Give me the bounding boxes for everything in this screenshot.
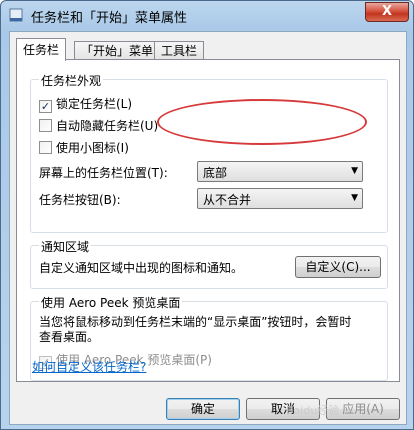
aero-peek-heading: 使用 Aero Peek 预览桌面 bbox=[39, 294, 183, 311]
tab-taskbar[interactable]: 任务栏 bbox=[16, 38, 67, 61]
tab-panel-taskbar: 任务栏外观 ✓ 锁定任务栏(L) 自动隐藏任务栏(U) 使用小图标(I) 屏幕上的… bbox=[16, 59, 400, 382]
aero-peek-description-2: 查看桌面。 bbox=[39, 330, 100, 344]
watermark: Baidu经验 bbox=[286, 404, 340, 417]
notification-group: 通知区域 自定义通知区域中出现的图标和通知。 自定义(C)... bbox=[30, 238, 388, 289]
dialog-client-area: 任务栏 「开始」菜单 工具栏 任务栏外观 ✓ 锁定任务栏(L) 自动隐藏任务栏(U… bbox=[9, 31, 407, 425]
auto-hide-checkbox[interactable]: 自动隐藏任务栏(U) bbox=[39, 117, 158, 134]
appearance-heading: 任务栏外观 bbox=[39, 72, 104, 89]
appearance-group: 任务栏外观 ✓ 锁定任务栏(L) 自动隐藏任务栏(U) 使用小图标(I) 屏幕上的… bbox=[30, 72, 388, 233]
lock-taskbar-checkbox[interactable]: ✓ 锁定任务栏(L) bbox=[39, 95, 132, 113]
small-icons-checkbox[interactable]: 使用小图标(I) bbox=[39, 139, 129, 156]
tab-toolbars[interactable]: 工具栏 bbox=[154, 41, 205, 60]
properties-window: 任务栏和「开始」菜单属性 X 任务栏 「开始」菜单 工具栏 任务栏外观 ✓ 锁定任… bbox=[0, 0, 414, 430]
location-select[interactable]: 底部 ▼ bbox=[197, 161, 363, 182]
buttons-label: 任务栏按钮(B): bbox=[39, 193, 121, 207]
help-link[interactable]: 如何自定义该任务栏? bbox=[32, 358, 146, 375]
chevron-down-icon: ▼ bbox=[351, 193, 358, 203]
window-title: 任务栏和「开始」菜单属性 bbox=[31, 11, 188, 26]
close-button[interactable]: X bbox=[365, 2, 409, 22]
taskbar-properties-icon bbox=[9, 8, 23, 22]
customize-button[interactable]: 自定义(C)... bbox=[295, 256, 381, 278]
buttons-select[interactable]: 从不合并 ▼ bbox=[197, 188, 363, 209]
notification-heading: 通知区域 bbox=[39, 238, 92, 255]
notification-description: 自定义通知区域中出现的图标和通知。 bbox=[39, 261, 244, 275]
check-icon: ✓ bbox=[39, 100, 52, 113]
location-value: 底部 bbox=[203, 166, 228, 180]
tab-start-menu[interactable]: 「开始」菜单 bbox=[74, 41, 161, 60]
buttons-value: 从不合并 bbox=[203, 193, 252, 207]
location-label: 屏幕上的任务栏位置(T): bbox=[39, 166, 168, 180]
chevron-down-icon: ▼ bbox=[351, 166, 358, 176]
ok-button[interactable]: 确定 bbox=[166, 398, 240, 420]
